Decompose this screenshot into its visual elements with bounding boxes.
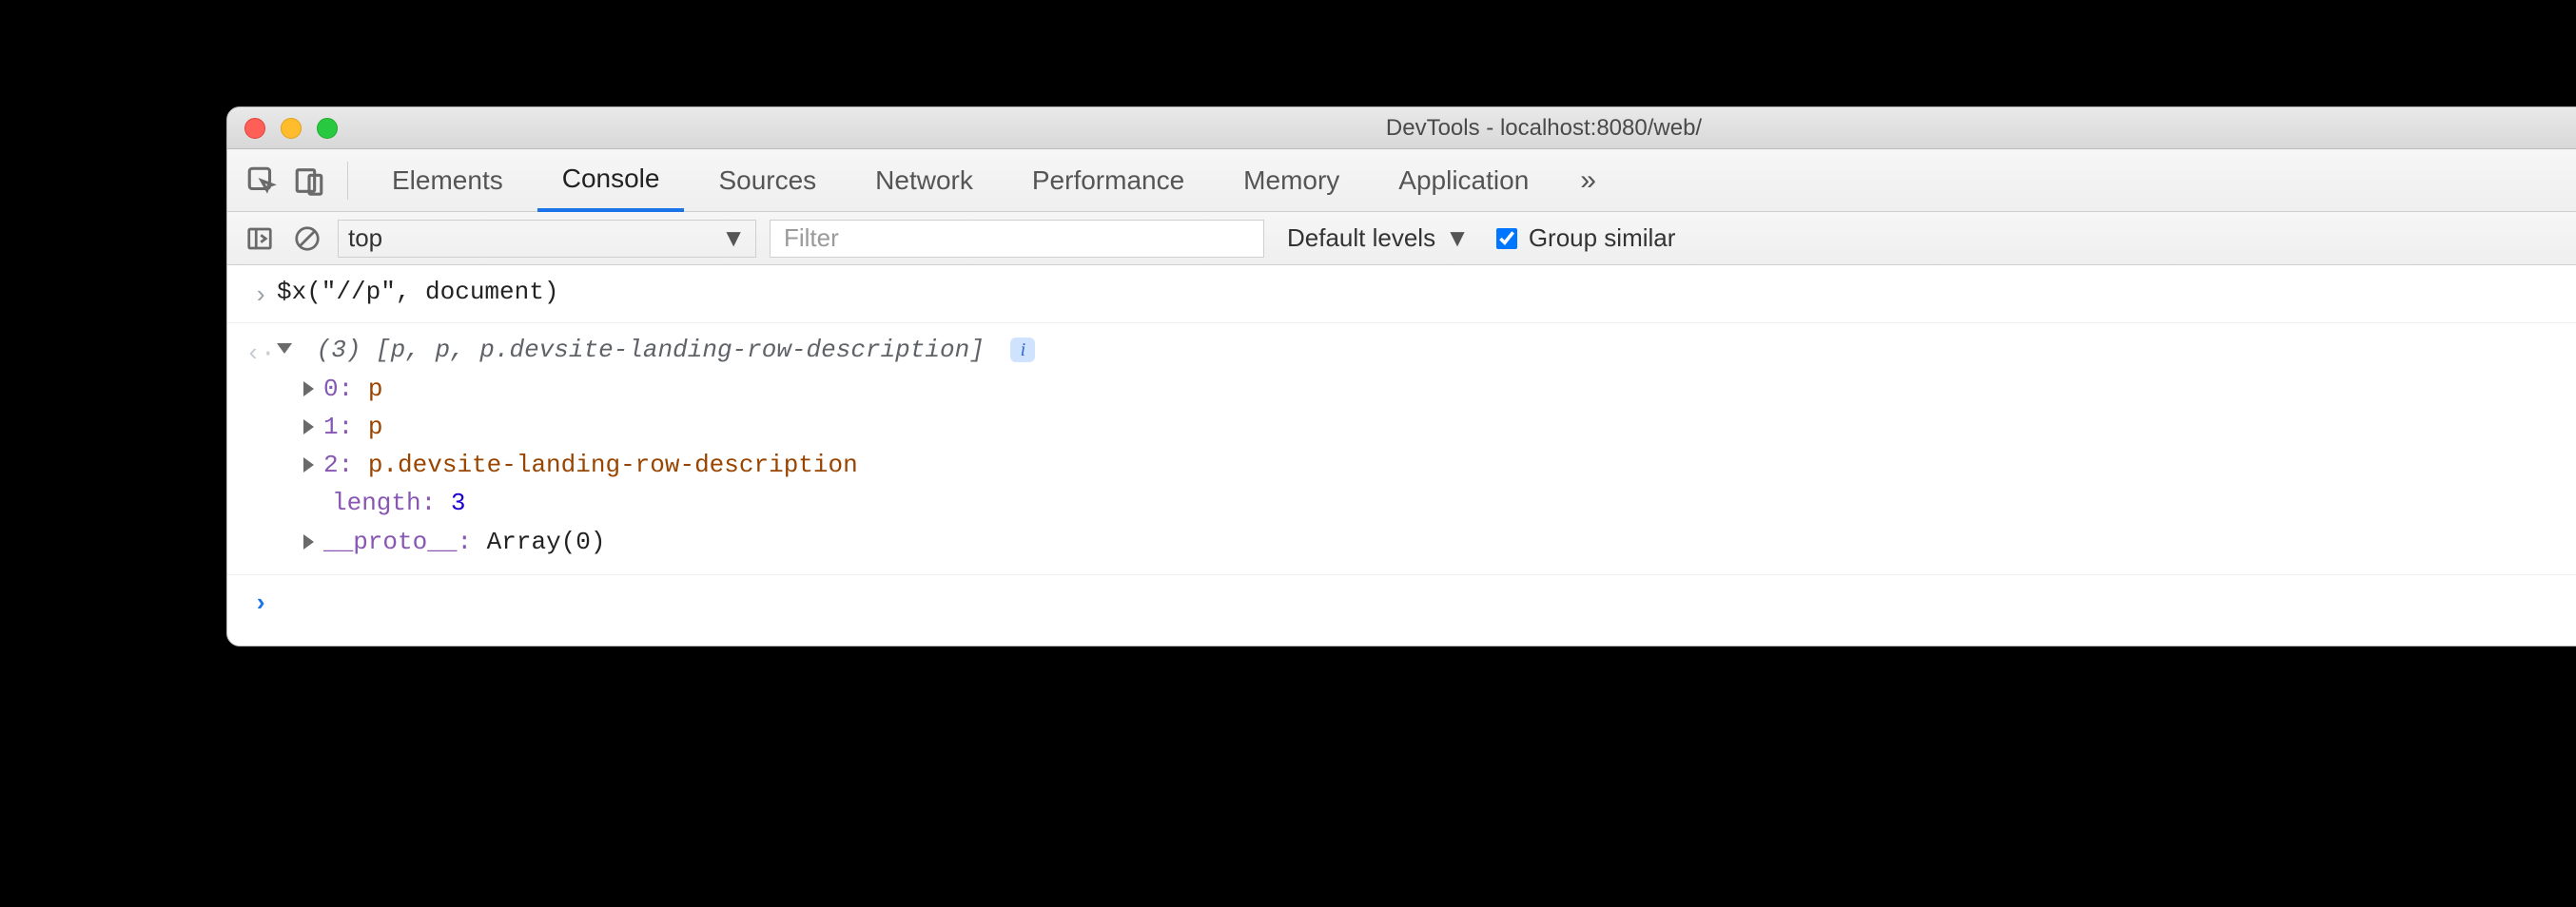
console-toolbar: top ▼ Default levels ▼ Group similar xyxy=(227,212,2576,265)
input-expression[interactable]: $x("//p", document) xyxy=(277,273,2576,311)
execution-context-select[interactable]: top ▼ xyxy=(338,220,756,258)
close-window-button[interactable] xyxy=(244,118,265,139)
main-tabs: Elements Console Sources Network Perform… xyxy=(227,149,2576,212)
disclosure-triangle-closed-icon[interactable] xyxy=(303,457,314,473)
tab-sources[interactable]: Sources xyxy=(693,149,841,211)
filter-input[interactable] xyxy=(770,220,1264,258)
console-input[interactable] xyxy=(277,591,2576,616)
tab-elements[interactable]: Elements xyxy=(367,149,528,211)
chevron-down-icon: ▼ xyxy=(721,223,746,253)
console-prompt[interactable]: › xyxy=(227,575,2576,646)
array-entry[interactable]: 2: p.devsite-landing-row-description xyxy=(277,446,2576,484)
tab-memory[interactable]: Memory xyxy=(1219,149,1364,211)
traffic-lights xyxy=(227,118,338,139)
array-summary-line[interactable]: (3) [p, p, p.devsite-landing-row-descrip… xyxy=(277,331,2576,369)
chevron-down-icon: ▼ xyxy=(1445,223,1470,253)
tab-network[interactable]: Network xyxy=(850,149,998,211)
prompt-caret-icon: › xyxy=(244,585,277,623)
disclosure-triangle-closed-icon[interactable] xyxy=(303,381,314,396)
execution-context-label: top xyxy=(348,223,382,253)
array-entry[interactable]: 1: p xyxy=(277,408,2576,446)
tab-application[interactable]: Application xyxy=(1374,149,1553,211)
log-levels-label: Default levels xyxy=(1287,223,1435,253)
disclosure-triangle-closed-icon[interactable] xyxy=(303,419,314,434)
array-proto[interactable]: __proto__: Array(0) xyxy=(277,523,2576,561)
toggle-console-sidebar-icon[interactable] xyxy=(243,222,277,256)
group-similar-input[interactable] xyxy=(1496,228,1517,249)
group-similar-label: Group similar xyxy=(1529,223,1676,253)
device-toolbar-icon[interactable] xyxy=(290,162,328,200)
array-length: length: 3 xyxy=(277,484,2576,522)
console-input-echo: › $x("//p", document) xyxy=(227,265,2576,323)
console-result: ‹· (3) [p, p, p.devsite-landing-row-desc… xyxy=(227,323,2576,575)
output-caret-icon: ‹· xyxy=(244,331,277,373)
tab-performance[interactable]: Performance xyxy=(1007,149,1209,211)
disclosure-triangle-closed-icon[interactable] xyxy=(303,534,314,550)
devtools-window: DevTools - localhost:8080/web/ Elements … xyxy=(226,106,2576,646)
console-output: › $x("//p", document) ‹· (3) [p, p, p.de… xyxy=(227,265,2576,646)
info-badge-icon[interactable]: i xyxy=(1010,338,1035,362)
group-similar-checkbox[interactable]: Group similar xyxy=(1493,223,1676,253)
disclosure-triangle-open-icon[interactable] xyxy=(277,343,292,354)
window-title: DevTools - localhost:8080/web/ xyxy=(227,115,2576,142)
array-count: (3) xyxy=(317,336,361,364)
zoom-window-button[interactable] xyxy=(317,118,338,139)
inspect-element-icon[interactable] xyxy=(243,162,281,200)
clear-console-icon[interactable] xyxy=(290,222,324,256)
tab-console[interactable]: Console xyxy=(537,150,685,212)
titlebar: DevTools - localhost:8080/web/ xyxy=(227,107,2576,149)
minimize-window-button[interactable] xyxy=(281,118,302,139)
log-levels-select[interactable]: Default levels ▼ xyxy=(1278,223,1479,253)
array-entry[interactable]: 0: p xyxy=(277,370,2576,408)
divider xyxy=(347,162,348,200)
tabs-overflow-button[interactable]: » xyxy=(1563,164,1613,197)
input-caret-icon: › xyxy=(244,273,277,315)
